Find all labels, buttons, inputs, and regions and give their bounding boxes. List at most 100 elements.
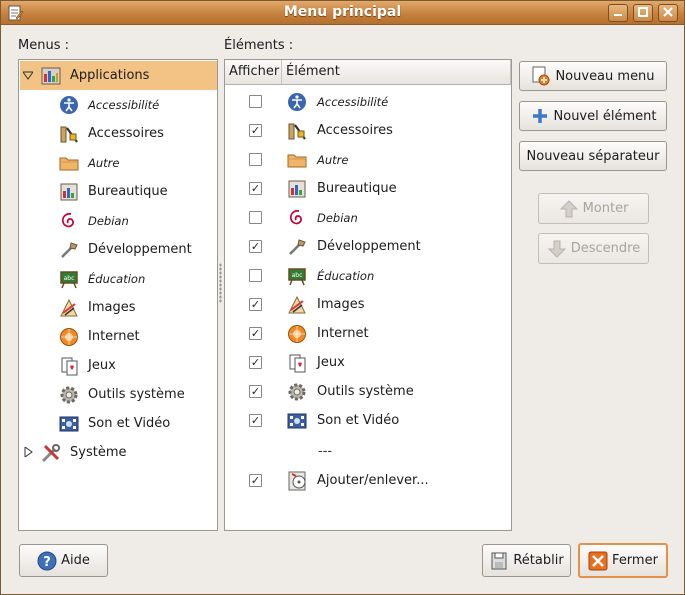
help-label: Aide (61, 553, 90, 568)
tree-item-1[interactable]: Accessoires (20, 119, 217, 148)
maximize-button[interactable] (633, 4, 653, 22)
multimedia-icon (286, 410, 308, 432)
internet-icon (286, 323, 308, 345)
office-icon (286, 178, 308, 200)
element-row-4[interactable]: Debian (226, 203, 509, 232)
pane-resize-handle[interactable] (219, 263, 222, 303)
tree-item-label: Debian (88, 213, 129, 228)
new-item-button[interactable]: Nouvel élément (519, 101, 667, 131)
element-row-6[interactable]: abc Éducation (226, 261, 509, 290)
new-menu-label: Nouveau menu (555, 68, 655, 84)
show-checkbox[interactable]: ✓ (249, 327, 262, 340)
element-row-8[interactable]: ✓ Internet (226, 319, 509, 348)
show-checkbox[interactable]: ✓ (249, 414, 262, 427)
tree-item-6[interactable]: abc Éducation (20, 264, 217, 293)
element-row-11[interactable]: ✓ Son et Vidéo (226, 406, 509, 435)
element-row-add-remove[interactable]: ✓ Ajouter/enlever... (226, 466, 509, 495)
move-down-button[interactable]: Descendre (538, 233, 649, 264)
office-icon (58, 181, 80, 203)
show-checkbox[interactable] (249, 153, 262, 166)
elements-list[interactable]: Afficher Élément Accessibilité ✓ Accessoir… (224, 59, 512, 531)
element-label: Internet (317, 326, 369, 341)
education-icon: abc (286, 265, 308, 287)
element-label: Éducation (317, 268, 375, 283)
show-checkbox[interactable]: ✓ (249, 385, 262, 398)
element-label: Debian (317, 210, 358, 225)
move-up-button[interactable]: Monter (538, 193, 649, 224)
minimize-button[interactable] (608, 4, 628, 22)
element-row-1[interactable]: ✓ Accessoires (226, 116, 509, 145)
show-checkbox[interactable]: ✓ (249, 356, 262, 369)
show-checkbox[interactable] (249, 211, 262, 224)
games-icon (58, 355, 80, 377)
expander-open-icon[interactable] (23, 71, 33, 81)
element-label: Accessibilité (317, 94, 389, 109)
show-checkbox[interactable]: ✓ (249, 474, 262, 487)
tree-item-4[interactable]: Debian (20, 206, 217, 235)
element-label: Jeux (317, 355, 345, 370)
element-label: Autre (317, 152, 349, 167)
new-separator-button[interactable]: Nouveau séparateur (519, 141, 667, 171)
close-window-button[interactable] (658, 4, 678, 22)
tree-item-label: Internet (88, 329, 140, 344)
tree-item-10[interactable]: Outils système (20, 380, 217, 409)
folder-icon (286, 149, 308, 171)
close-label: Fermer (612, 553, 658, 568)
applications-icon (40, 65, 62, 87)
svg-text:abc: abc (292, 272, 303, 279)
tree-item-applications[interactable]: Applications (20, 61, 217, 90)
new-menu-button[interactable]: Nouveau menu (519, 61, 667, 91)
show-checkbox[interactable]: ✓ (249, 124, 262, 137)
show-checkbox[interactable]: ✓ (249, 298, 262, 311)
development-icon (286, 236, 308, 258)
title-bar[interactable]: Menu principal (1, 1, 684, 25)
element-row-3[interactable]: ✓ Bureautique (226, 174, 509, 203)
tree-item-system[interactable]: Système (20, 438, 217, 467)
tree-item-2[interactable]: Autre (20, 148, 217, 177)
element-row-5[interactable]: ✓ Développement (226, 232, 509, 261)
element-row-7[interactable]: ✓ Images (226, 290, 509, 319)
show-checkbox[interactable]: ✓ (249, 240, 262, 253)
tree-item-label: Accessoires (88, 126, 164, 141)
show-checkbox[interactable]: ✓ (249, 182, 262, 195)
close-icon (588, 551, 608, 571)
tree-item-label: Système (70, 445, 127, 460)
accessibility-icon (58, 94, 80, 116)
tree-item-9[interactable]: Jeux (20, 351, 217, 380)
tree-item-label: Son et Vidéo (88, 416, 171, 431)
element-row-9[interactable]: ✓ Jeux (226, 348, 509, 377)
minimize-icon (614, 14, 622, 16)
help-button[interactable]: ? Aide (19, 544, 108, 577)
add-remove-icon (286, 470, 308, 492)
menus-tree[interactable]: Applications Accessibilité Accessoires Aut… (18, 59, 218, 531)
tree-item-label: Éducation (88, 271, 146, 286)
element-label: Images (317, 297, 365, 312)
show-checkbox[interactable] (249, 95, 262, 108)
show-checkbox[interactable] (249, 269, 262, 282)
move-down-label: Descendre (570, 241, 641, 256)
tree-item-5[interactable]: Développement (20, 235, 217, 264)
revert-button[interactable]: Rétablir (482, 544, 571, 577)
column-element-header[interactable]: Élément (282, 60, 511, 85)
element-label: Accessoires (317, 123, 393, 138)
expander-closed-icon[interactable] (24, 447, 34, 457)
separator-row[interactable]: --- (226, 437, 509, 466)
tree-item-3[interactable]: Bureautique (20, 177, 217, 206)
close-icon (663, 7, 673, 17)
element-row-10[interactable]: ✓ Outils système (226, 377, 509, 406)
tree-item-0[interactable]: Accessibilité (20, 90, 217, 119)
tree-item-8[interactable]: Internet (20, 322, 217, 351)
element-row-0[interactable]: Accessibilité (226, 87, 509, 116)
element-row-2[interactable]: Autre (226, 145, 509, 174)
window-title: Menu principal (283, 4, 402, 20)
accessories-icon (286, 120, 308, 142)
close-button[interactable]: Fermer (578, 543, 668, 578)
folder-icon (58, 152, 80, 174)
tree-item-11[interactable]: Son et Vidéo (20, 409, 217, 438)
move-up-label: Monter (582, 201, 629, 216)
column-show-header[interactable]: Afficher (225, 60, 282, 85)
separator-text: --- (318, 444, 333, 459)
tree-item-7[interactable]: Images (20, 293, 217, 322)
arrow-down-icon (547, 239, 567, 259)
multimedia-icon (58, 413, 80, 435)
